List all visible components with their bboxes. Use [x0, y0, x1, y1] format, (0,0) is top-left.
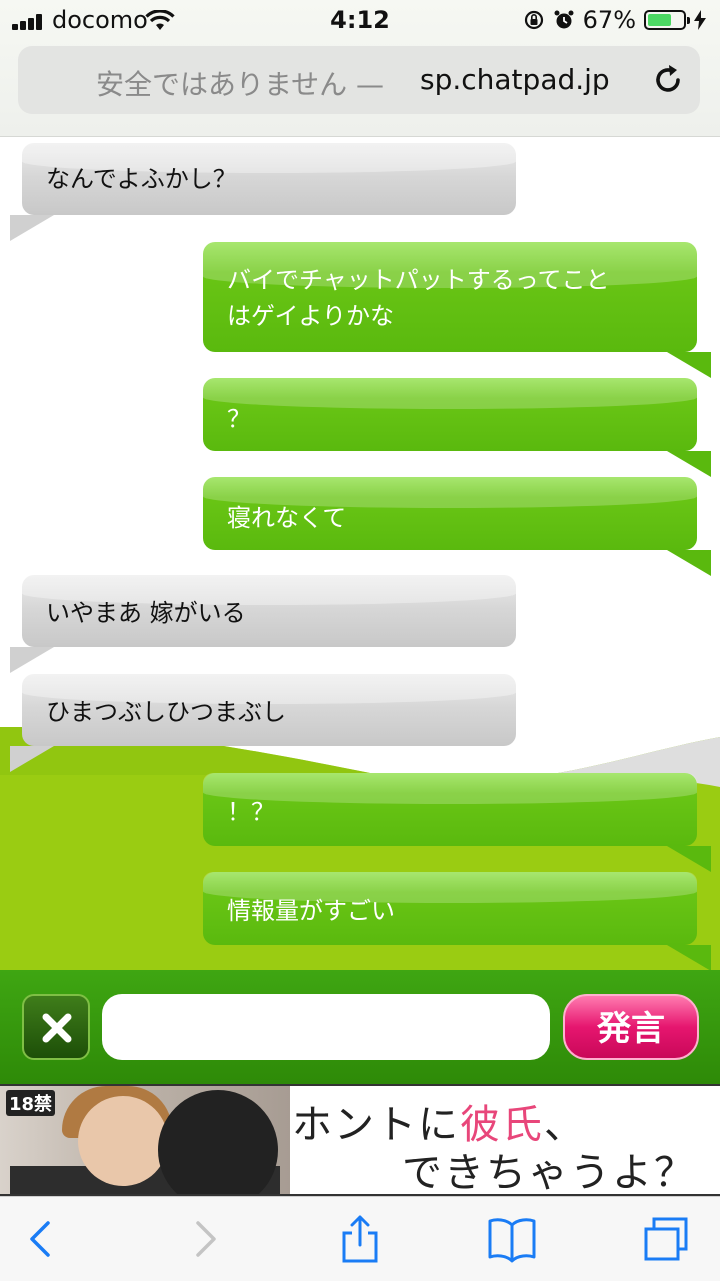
message-bubble-outgoing: バイでチャットパットするってこと はゲイよりかな	[203, 242, 711, 378]
clear-button[interactable]	[22, 994, 90, 1060]
message-bubble-outgoing: ！？	[203, 773, 711, 872]
message-text: ！？	[227, 798, 275, 826]
share-icon[interactable]	[334, 1215, 386, 1263]
browser-toolbar	[0, 1196, 720, 1281]
ad-banner[interactable]: 18禁 ホントに彼氏、 できちゃうよ？	[0, 1084, 720, 1196]
battery-level-fill	[648, 14, 671, 26]
browser-top-bar: docomo 4:12 67% 安全ではありません — sp.chatpad.j…	[0, 0, 720, 137]
not-secure-label: 安全ではありません —	[96, 68, 385, 101]
bookmarks-icon[interactable]	[486, 1215, 538, 1263]
close-icon	[42, 1013, 72, 1043]
alarm-icon	[554, 10, 574, 29]
charging-bolt-icon	[694, 10, 706, 30]
message-bubble-incoming: なんでよふかし？	[10, 143, 516, 241]
message-text: 寝れなくて	[227, 504, 347, 532]
message-text: ？	[227, 405, 251, 433]
forward-icon[interactable]	[178, 1215, 230, 1263]
message-input[interactable]	[102, 994, 550, 1060]
message-text: なんでよふかし？	[46, 165, 237, 193]
send-button[interactable]: 発言	[563, 994, 699, 1060]
status-bar: docomo 4:12 67%	[0, 0, 720, 42]
message-text: バイでチャットパットするってこと はゲイよりかな	[227, 266, 610, 330]
message-text: ひまつぶしひつまぶし	[46, 698, 286, 726]
url-bar[interactable]: 安全ではありません — sp.chatpad.jp	[18, 46, 700, 114]
age-restriction-badge: 18禁	[6, 1090, 56, 1116]
status-right-group: 67%	[523, 5, 706, 35]
message-bubble-outgoing: ？	[203, 378, 711, 477]
battery-percent: 67%	[582, 6, 636, 34]
message-text: 情報量がすごい	[227, 897, 395, 925]
battery-icon	[644, 10, 690, 30]
back-icon[interactable]	[16, 1215, 68, 1263]
message-bubble-outgoing: 情報量がすごい	[203, 872, 711, 970]
message-text: いやまあ 嫁がいる	[46, 599, 246, 627]
tabs-icon[interactable]	[640, 1215, 692, 1263]
message-input-bar: 発言	[0, 970, 720, 1084]
url-host: sp.chatpad.jp	[420, 63, 610, 96]
orientation-lock-icon	[524, 10, 543, 30]
message-bubble-incoming: ひまつぶしひつまぶし	[10, 674, 516, 772]
chat-log[interactable]: なんでよふかし？ バイでチャットパットするってこと はゲイよりかな ？ 寝れなく…	[0, 137, 720, 970]
message-bubble-incoming: いやまあ 嫁がいる	[10, 575, 516, 673]
ad-headline-2: できちゃうよ？	[402, 1150, 696, 1196]
message-bubble-outgoing: 寝れなくて	[203, 477, 711, 576]
reload-icon[interactable]	[650, 62, 686, 98]
